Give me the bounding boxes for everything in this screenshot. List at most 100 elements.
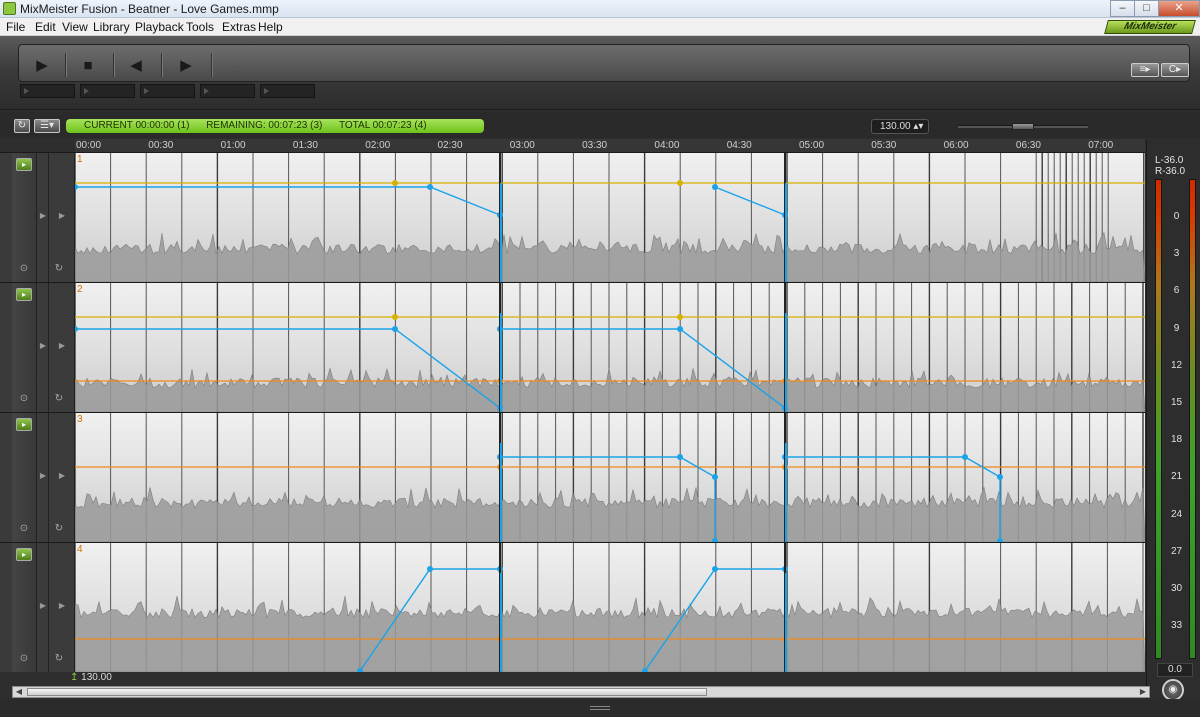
track-load-icon[interactable]: ▸ <box>16 418 32 431</box>
track-lane[interactable]: 4 <box>75 543 1145 672</box>
menu-file[interactable]: File <box>6 20 25 34</box>
track-controls: ▸ ▶ ▶ ⊙ ↻ <box>12 283 75 412</box>
track-number: 4 <box>77 544 83 555</box>
track-loop-icon[interactable]: ↻ <box>52 653 66 664</box>
track-controls: ▸ ▶ ▶ ⊙ ↻ <box>12 413 75 542</box>
track-waveform <box>75 413 1145 542</box>
track-row: ▸ ▶ ▶ ⊙ ↻ 4 <box>0 542 1145 672</box>
meter-left-channel <box>1155 179 1162 659</box>
close-button[interactable]: ✕ <box>1158 0 1200 17</box>
timeline-tick: 01:30 <box>292 140 318 151</box>
timeline-tick: 06:30 <box>1015 140 1041 151</box>
mix-icon[interactable]: ☁ <box>223 55 245 77</box>
track-number: 3 <box>77 414 83 425</box>
deck-slot-3[interactable] <box>140 84 195 98</box>
track-expand-icon[interactable]: ▶ <box>49 341 75 350</box>
meter-right-channel <box>1189 179 1196 659</box>
track-expand-icon[interactable]: ▶ <box>37 471 49 480</box>
play-icon[interactable]: ▶ <box>31 55 53 77</box>
zoom-slider-handle[interactable] <box>1012 123 1034 130</box>
track-waveform <box>75 153 1145 282</box>
horizontal-scrollbar[interactable]: ◀ ▶ <box>12 686 1150 698</box>
maximize-button[interactable]: □ <box>1134 0 1159 17</box>
scroll-thumb[interactable] <box>27 688 707 696</box>
refresh-icon[interactable]: ↻ <box>14 119 30 133</box>
list-toggle-button[interactable]: ≡▸ <box>1131 63 1159 77</box>
track-expand-icon[interactable]: ▶ <box>49 601 75 610</box>
bpm-marker-icon: ↥ <box>70 672 79 683</box>
menu-library[interactable]: Library <box>93 20 130 34</box>
volume-value: 0.0 <box>1157 663 1193 677</box>
track-load-icon[interactable]: ▸ <box>16 548 32 561</box>
meter-scale-label: 33 <box>1170 620 1183 632</box>
track-waveform <box>75 543 1145 672</box>
timeline-tick: 00:00 <box>76 140 102 151</box>
transport-bar: ▶ ■ ◀ ▶ ☁ ≡▸ C▸ <box>18 44 1190 82</box>
app-icon <box>3 2 16 15</box>
scroll-right-icon[interactable]: ▶ <box>1137 687 1149 697</box>
timeline-tick: 01:00 <box>220 140 246 151</box>
deck-slot-2[interactable] <box>80 84 135 98</box>
timeline-tick: 07:00 <box>1088 140 1114 151</box>
track-lane[interactable]: 1 <box>75 153 1145 282</box>
meter-scale-label: 21 <box>1170 471 1183 483</box>
deck-slot-1[interactable] <box>20 84 75 98</box>
transport-panel: ▶ ■ ◀ ▶ ☁ ≡▸ C▸ <box>0 36 1200 110</box>
meter-scale-label: 6 <box>1173 285 1180 297</box>
track-loop-icon[interactable]: ↻ <box>52 393 66 404</box>
track-record-icon[interactable]: ⊙ <box>17 653 31 664</box>
separator <box>113 53 114 77</box>
deck-slot-4[interactable] <box>200 84 255 98</box>
track-load-icon[interactable]: ▸ <box>16 158 32 171</box>
separator <box>65 53 66 77</box>
resize-grip[interactable] <box>590 706 610 710</box>
menu-view[interactable]: View <box>62 20 88 34</box>
meter-scale-label: 30 <box>1170 583 1183 594</box>
bpm-stepper[interactable]: 130.00 ▴▾ <box>871 119 929 134</box>
timeline-tick: 05:00 <box>799 140 825 151</box>
track-expand-icon[interactable]: ▶ <box>37 601 49 610</box>
timeline-tick: 03:30 <box>582 140 608 151</box>
track-expand-icon[interactable]: ▶ <box>49 211 75 220</box>
track-lane[interactable]: 3 <box>75 413 1145 542</box>
scroll-left-icon[interactable]: ◀ <box>13 687 25 697</box>
track-area: ▸ ▶ ▶ ⊙ ↻ 1 ▸ ▶ ▶ ⊙ ↻ 2 ▸ ▶ ▶ ⊙ ↻ 3 ▸ ▶ ▶ ⊙ ↻ 4 <box>0 152 1145 672</box>
timeline-tick: 03:00 <box>509 140 535 151</box>
previous-icon[interactable]: ◀ <box>125 55 147 77</box>
track-loop-icon[interactable]: ↻ <box>52 523 66 534</box>
track-load-icon[interactable]: ▸ <box>16 288 32 301</box>
track-record-icon[interactable]: ⊙ <box>17 263 31 274</box>
deck-slot-5[interactable] <box>260 84 315 98</box>
track-loop-icon[interactable]: ↻ <box>52 263 66 274</box>
timeline-tick: 04:30 <box>726 140 752 151</box>
bpm-value: 130.00 <box>880 121 911 132</box>
track-expand-icon[interactable]: ▶ <box>49 471 75 480</box>
track-controls: ▸ ▶ ▶ ⊙ ↻ <box>12 153 75 282</box>
track-row: ▸ ▶ ▶ ⊙ ↻ 1 <box>0 152 1145 282</box>
menu-edit[interactable]: Edit <box>35 20 56 34</box>
menu-playback[interactable]: Playback <box>135 20 184 34</box>
timeline-tick: 05:30 <box>871 140 897 151</box>
menu-extras[interactable]: Extras <box>222 20 256 34</box>
output-toggle-button[interactable]: C▸ <box>1161 63 1189 77</box>
separator <box>211 53 212 77</box>
track-expand-icon[interactable]: ▶ <box>37 341 49 350</box>
timeline-ruler[interactable]: 00:00 00:30 01:00 01:30 02:00 02:30 03:00 03:30… <box>75 139 1145 153</box>
track-lane[interactable]: 2 <box>75 283 1145 412</box>
current-time: CURRENT 00:00:00 (1) <box>84 120 190 131</box>
track-row: ▸ ▶ ▶ ⊙ ↻ 3 <box>0 412 1145 542</box>
level-meter: L-36.0 R-36.0 0 3 6 9 12 15 18 21 24 27 30 33 0.0 ◉ <box>1146 139 1200 717</box>
zoom-slider[interactable] <box>958 123 1088 130</box>
next-icon[interactable]: ▶ <box>175 55 197 77</box>
meter-scale-label: 9 <box>1173 322 1180 334</box>
menu-help[interactable]: Help <box>258 20 283 34</box>
menu-tools[interactable]: Tools <box>186 20 214 34</box>
stop-icon[interactable]: ■ <box>77 55 99 77</box>
volume-knob[interactable]: ◉ <box>1162 679 1184 701</box>
track-record-icon[interactable]: ⊙ <box>17 393 31 404</box>
track-record-icon[interactable]: ⊙ <box>17 523 31 534</box>
minimize-button[interactable]: – <box>1110 0 1135 17</box>
separator <box>161 53 162 77</box>
track-expand-icon[interactable]: ▶ <box>37 211 49 220</box>
view-menu-icon[interactable]: ☰▾ <box>34 119 60 133</box>
